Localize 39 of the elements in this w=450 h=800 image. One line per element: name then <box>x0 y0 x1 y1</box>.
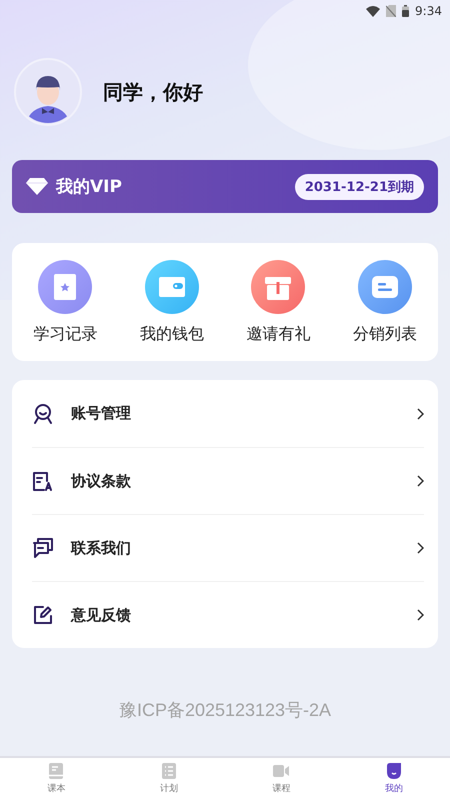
list-icon <box>358 260 412 314</box>
shortcut-button[interactable]: 我的钱包 <box>118 260 225 344</box>
chevron-right-icon <box>417 408 424 420</box>
profile-icon <box>386 763 402 779</box>
chevron-right-icon <box>417 542 424 554</box>
menu-item[interactable]: 联系我们 <box>32 514 424 581</box>
person-icon <box>32 402 54 424</box>
tab[interactable]: 我的 <box>338 758 450 800</box>
shortcut-button[interactable]: 学习记录 <box>12 260 118 344</box>
chevron-right-icon <box>417 475 424 487</box>
video-camera-icon <box>273 763 290 779</box>
shortcut-button[interactable]: 邀请有礼 <box>225 260 332 344</box>
gift-icon <box>251 260 306 314</box>
list-icon <box>160 763 177 779</box>
shortcut-button[interactable]: 分销列表 <box>332 260 438 344</box>
menu-item[interactable]: 账号管理 <box>32 380 424 447</box>
tab[interactable]: 计划 <box>112 758 225 800</box>
menu-item[interactable]: 协议条款 <box>32 447 424 514</box>
no-sim-icon <box>386 5 396 17</box>
tab[interactable]: 课本 <box>0 758 112 800</box>
wallet-icon <box>144 260 199 314</box>
tab[interactable]: 课程 <box>225 758 338 800</box>
greeting: 同学，你好 <box>103 78 203 106</box>
battery-icon <box>402 5 410 17</box>
avatar[interactable] <box>14 58 82 126</box>
edit-icon <box>32 604 54 626</box>
book-icon <box>48 763 64 779</box>
wifi-icon <box>366 6 380 16</box>
diamond-icon <box>26 178 48 195</box>
vip-banner[interactable]: 我的VIP 2031-12-21到期 <box>12 160 438 213</box>
icp-text: 豫ICP备2025123123号-2A <box>118 699 332 722</box>
menu-item[interactable]: 意见反馈 <box>32 581 424 648</box>
expiry-badge: 2031-12-21到期 <box>294 174 424 200</box>
record-icon <box>38 260 92 314</box>
chevron-right-icon <box>417 609 424 621</box>
vip-title: 我的VIP <box>56 176 123 198</box>
chat-icon <box>32 537 54 559</box>
status-time: 9:34 <box>415 4 442 18</box>
document-icon <box>32 470 54 492</box>
